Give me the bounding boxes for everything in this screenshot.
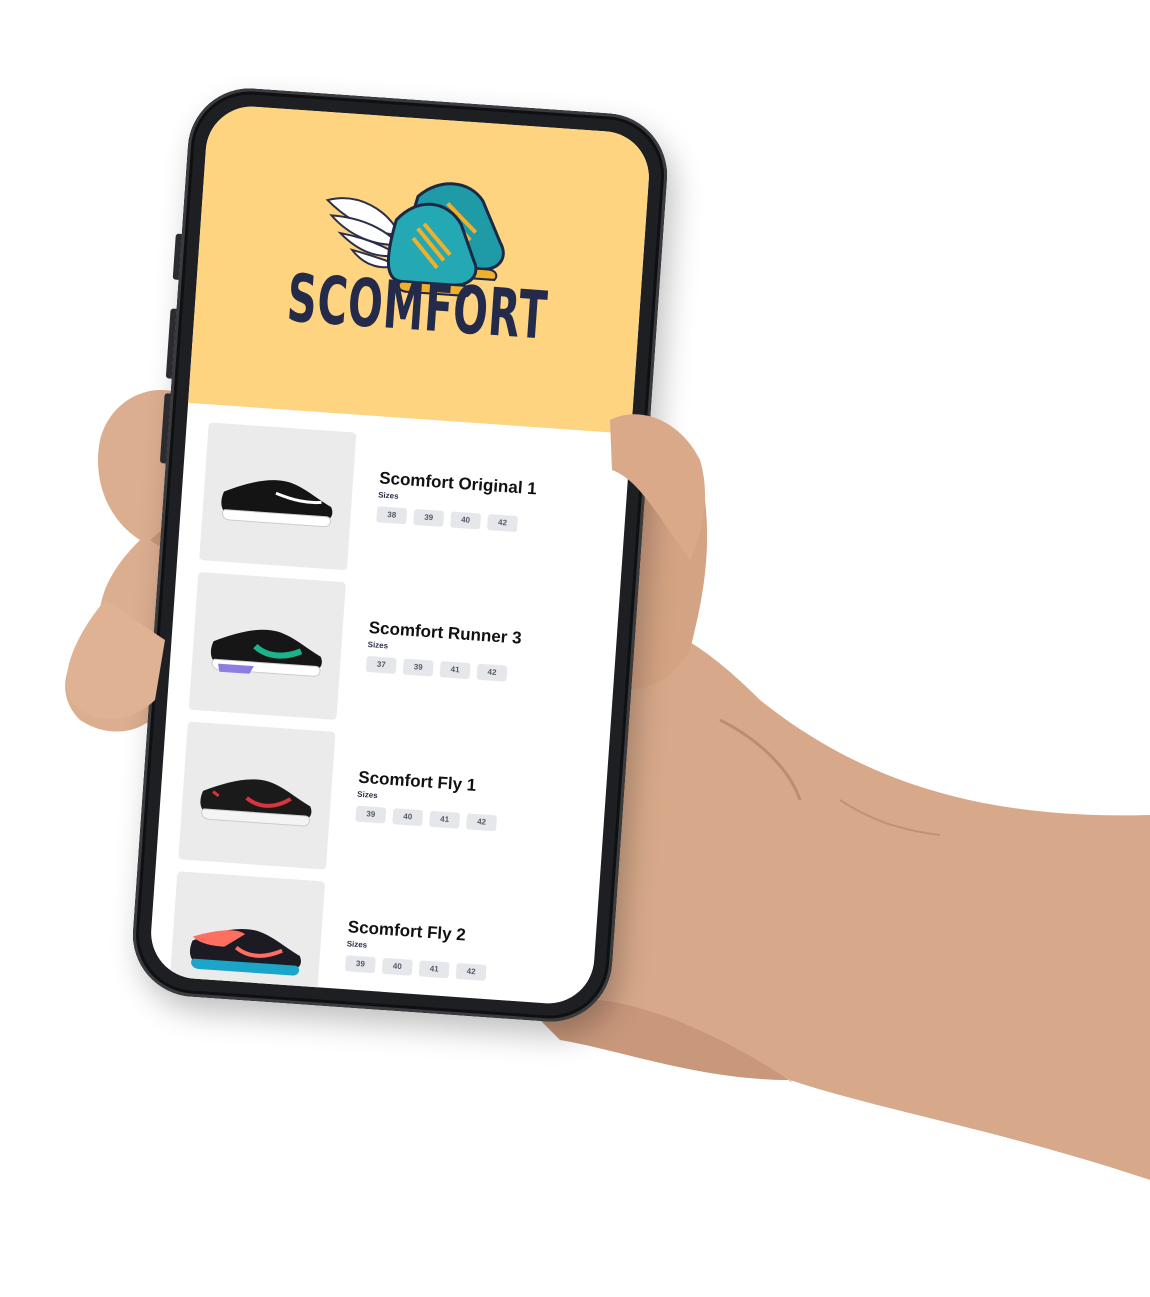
thumb-overlay [66, 414, 706, 719]
product-mockup: SCOMFORT Scomfort Original 1 Sizes 38 39… [0, 0, 1150, 1297]
